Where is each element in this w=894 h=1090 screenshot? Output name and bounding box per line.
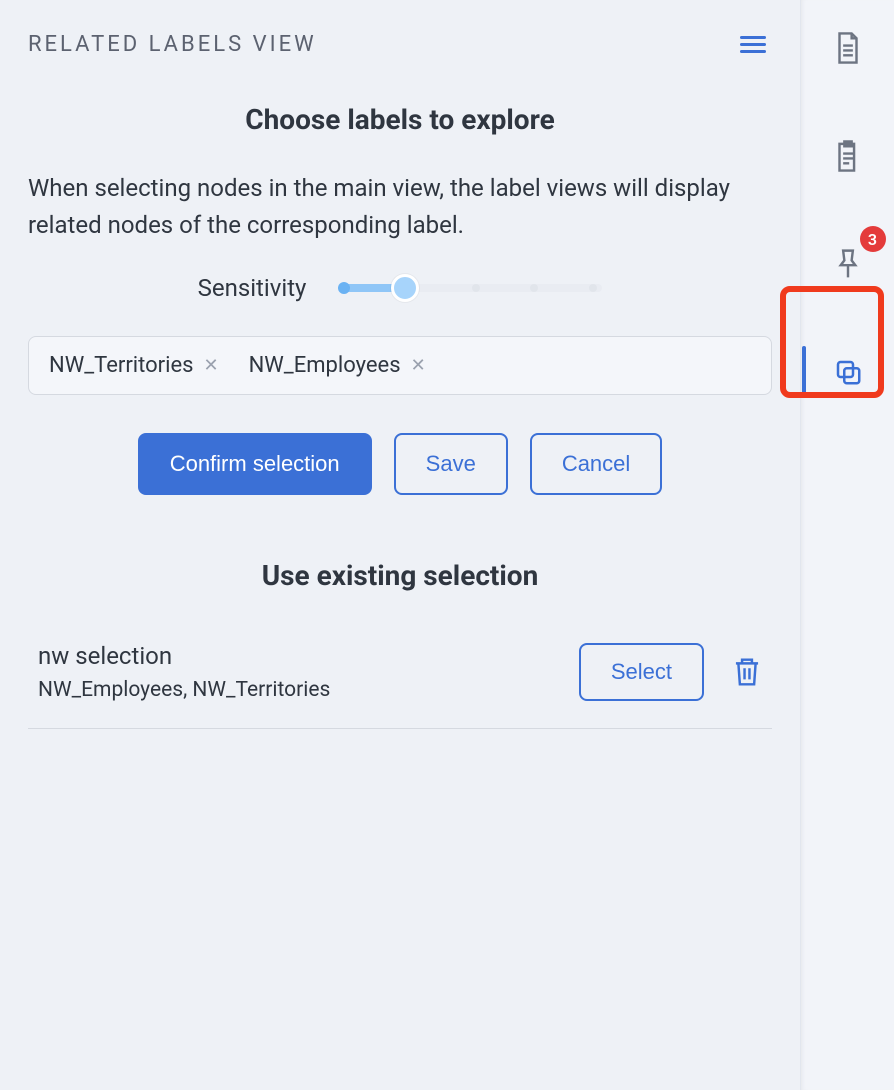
cancel-button[interactable]: Cancel (530, 433, 662, 495)
choose-description: When selecting nodes in the main view, t… (28, 170, 772, 244)
chip-label: NW_Territories (49, 353, 193, 378)
sidebar-document-icon[interactable] (818, 18, 878, 78)
select-button[interactable]: Select (579, 643, 704, 701)
labels-input[interactable]: NW_Territories ✕ NW_Employees ✕ (28, 336, 772, 395)
action-button-row: Confirm selection Save Cancel (28, 433, 772, 495)
right-sidebar: 3 (800, 0, 894, 1090)
sidebar-clipboard-icon[interactable] (818, 126, 878, 186)
chip-label: NW_Employees (249, 353, 401, 378)
delete-icon[interactable] (732, 656, 762, 688)
selection-labels: NW_Employees, NW_Territories (38, 678, 330, 702)
main-panel: RELATED LABELS VIEW Choose labels to exp… (0, 0, 800, 1090)
chip-remove-icon[interactable]: ✕ (411, 355, 426, 376)
panel-header: RELATED LABELS VIEW (28, 30, 772, 59)
slider-thumb[interactable] (391, 274, 419, 302)
sensitivity-row: Sensitivity (28, 274, 772, 302)
sensitivity-label: Sensitivity (198, 274, 307, 302)
pin-badge: 3 (860, 226, 886, 252)
existing-selection-row: nw selection NW_Employees, NW_Territorie… (28, 626, 772, 729)
existing-title: Use existing selection (28, 559, 772, 592)
sidebar-pin-icon[interactable]: 3 (818, 234, 878, 294)
panel-title: RELATED LABELS VIEW (28, 32, 317, 57)
chip-nw-territories: NW_Territories ✕ (49, 353, 219, 378)
menu-icon[interactable] (734, 30, 772, 59)
selection-name: nw selection (38, 642, 330, 670)
sensitivity-slider[interactable] (342, 276, 602, 300)
choose-title: Choose labels to explore (28, 103, 772, 136)
confirm-selection-button[interactable]: Confirm selection (138, 433, 372, 495)
sidebar-copy-icon[interactable] (818, 342, 878, 402)
save-button[interactable]: Save (394, 433, 508, 495)
chip-remove-icon[interactable]: ✕ (203, 355, 218, 376)
chip-nw-employees: NW_Employees ✕ (249, 353, 426, 378)
